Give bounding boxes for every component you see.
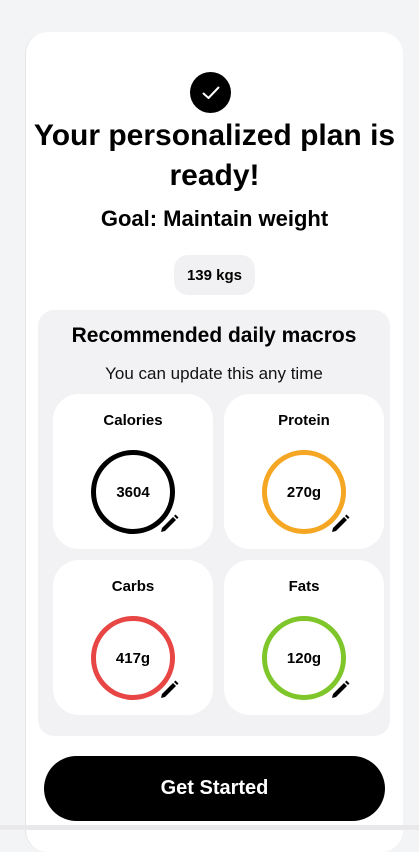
macro-label: Carbs bbox=[111, 578, 155, 595]
page-title: Your personalized plan is ready! bbox=[33, 119, 396, 192]
macro-value: 417g bbox=[115, 649, 151, 667]
weight-badge: 139 kgs bbox=[174, 255, 255, 295]
macro-label: Protein bbox=[278, 412, 330, 429]
pencil-icon[interactable] bbox=[157, 678, 181, 702]
plan-card: Your personalized plan is ready! Goal: M… bbox=[25, 32, 403, 852]
macros-panel: Recommended daily macros You can update … bbox=[38, 310, 390, 736]
pencil-icon[interactable] bbox=[157, 512, 181, 536]
goal-label: Goal: Maintain weight bbox=[100, 206, 329, 231]
macro-value: 270g bbox=[286, 483, 322, 501]
macro-card-carbs: Carbs 417g bbox=[53, 560, 213, 715]
bottom-bar bbox=[0, 825, 419, 830]
macro-value: 3604 bbox=[116, 483, 150, 501]
macros-heading: Recommended daily macros bbox=[71, 324, 357, 347]
check-icon bbox=[190, 72, 231, 113]
macros-subtitle: You can update this any time bbox=[105, 364, 323, 383]
pencil-icon[interactable] bbox=[328, 512, 352, 536]
macro-label: Calories bbox=[103, 412, 163, 429]
get-started-button[interactable]: Get Started bbox=[44, 756, 385, 821]
pencil-icon[interactable] bbox=[328, 678, 352, 702]
macro-card-fats: Fats 120g bbox=[224, 560, 384, 715]
macro-card-protein: Protein 270g bbox=[224, 394, 384, 549]
macro-value: 120g bbox=[286, 649, 322, 667]
macro-label: Fats bbox=[288, 578, 320, 595]
macro-card-calories: Calories 3604 bbox=[53, 394, 213, 549]
